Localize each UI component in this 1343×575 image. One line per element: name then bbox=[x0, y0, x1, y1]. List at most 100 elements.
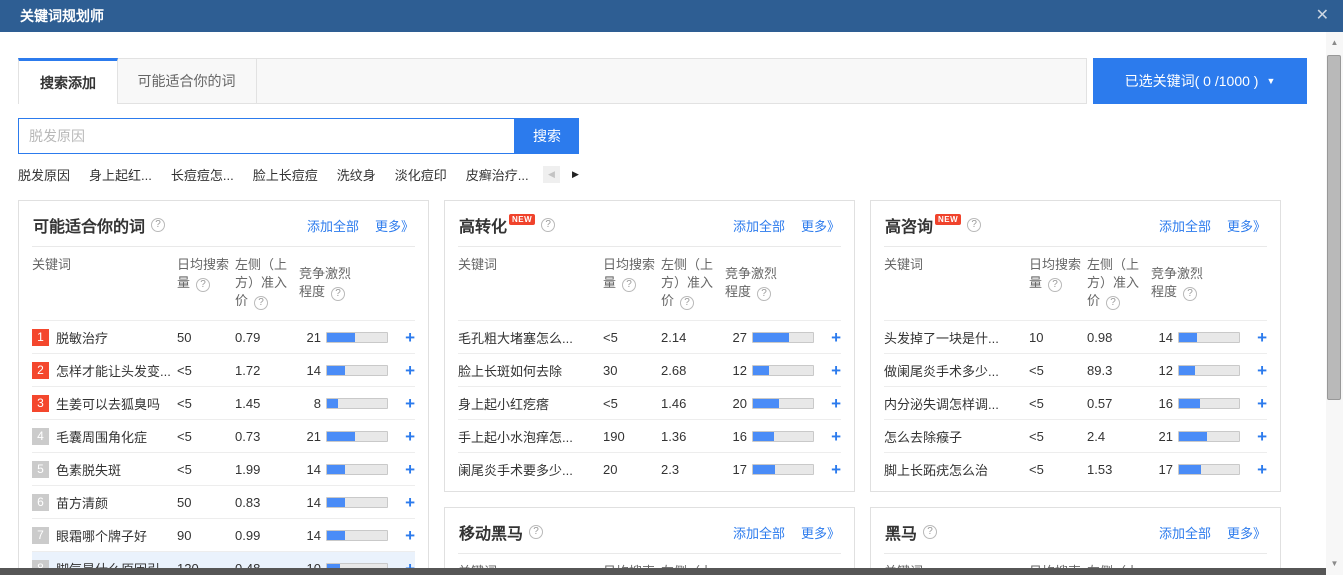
more-link[interactable]: 更多》 bbox=[801, 216, 840, 235]
scrollbar-up-icon[interactable]: ▲ bbox=[1326, 36, 1343, 50]
more-link[interactable]: 更多》 bbox=[801, 523, 840, 542]
add-keyword-button[interactable]: + bbox=[395, 395, 415, 412]
competition-cell: 14 bbox=[299, 495, 395, 510]
keyword-cell: 手上起小水泡痒怎... bbox=[458, 427, 603, 446]
history-tag[interactable]: 淡化痘印 bbox=[395, 165, 447, 184]
competition-cell: 20 bbox=[725, 396, 821, 411]
volume-cell: <5 bbox=[1029, 462, 1087, 477]
volume-cell: <5 bbox=[177, 462, 235, 477]
volume-cell: <5 bbox=[1029, 363, 1087, 378]
scrollbar-thumb[interactable] bbox=[1327, 55, 1341, 400]
competition-bar bbox=[1178, 464, 1240, 475]
keyword-cell: 怎样才能让头发变... bbox=[56, 361, 177, 380]
add-keyword-button[interactable]: + bbox=[395, 329, 415, 346]
competition-value: 21 bbox=[299, 330, 321, 345]
add-keyword-button[interactable]: + bbox=[1247, 362, 1267, 379]
add-keyword-button[interactable]: + bbox=[821, 395, 841, 412]
selected-keywords-button[interactable]: 已选关键词( 0 /1000 ) ▼ bbox=[1093, 58, 1307, 104]
competition-bar bbox=[752, 464, 814, 475]
add-keyword-button[interactable]: + bbox=[1247, 428, 1267, 445]
competition-cell: 21 bbox=[1151, 429, 1247, 444]
pager-prev-icon[interactable]: ◀ bbox=[543, 166, 560, 183]
tab-possible-words[interactable]: 可能适合你的词 bbox=[117, 58, 257, 104]
history-tag[interactable]: 皮癣治疗... bbox=[466, 165, 529, 184]
panel-title: 高咨询 bbox=[885, 213, 933, 237]
history-tag[interactable]: 脱发原因 bbox=[18, 165, 70, 184]
history-tag[interactable]: 洗纹身 bbox=[337, 165, 376, 184]
competition-bar bbox=[1178, 431, 1240, 442]
keyword-row: 1脱敏治疗500.7921+ bbox=[32, 320, 415, 353]
scrollbar-down-icon[interactable]: ▼ bbox=[1326, 557, 1343, 571]
help-icon: ? bbox=[196, 278, 210, 292]
add-all-link[interactable]: 添加全部 bbox=[307, 216, 359, 235]
add-keyword-button[interactable]: + bbox=[395, 494, 415, 511]
competition-value: 21 bbox=[299, 429, 321, 444]
price-cell: 2.14 bbox=[661, 330, 725, 345]
panel-high-conversion: 高转化NEW?添加全部更多》关键词日均搜索量?左侧（上方）准入价?竞争激烈程度?… bbox=[444, 200, 855, 492]
keyword-cell: 做阑尾炎手术多少... bbox=[884, 361, 1029, 380]
search-button[interactable]: 搜索 bbox=[515, 118, 579, 154]
pager-next-icon[interactable]: ▶ bbox=[567, 166, 584, 183]
add-keyword-button[interactable]: + bbox=[395, 428, 415, 445]
help-icon: ? bbox=[254, 296, 268, 310]
keyword-cell: 头发掉了一块是什... bbox=[884, 328, 1029, 347]
keyword-cell: 眼霜哪个牌子好 bbox=[56, 526, 177, 545]
add-keyword-button[interactable]: + bbox=[395, 527, 415, 544]
volume-cell: 90 bbox=[177, 528, 235, 543]
add-keyword-button[interactable]: + bbox=[821, 329, 841, 346]
competition-value: 12 bbox=[1151, 363, 1173, 378]
competition-cell: 17 bbox=[725, 462, 821, 477]
keyword-table: 关键词日均搜索量?左侧（上方）准入价?竞争激烈程度? bbox=[458, 553, 841, 568]
keyword-row: 4毛囊周围角化症<50.7321+ bbox=[32, 419, 415, 452]
more-link[interactable]: 更多》 bbox=[1227, 216, 1266, 235]
add-keyword-button[interactable]: + bbox=[395, 362, 415, 379]
keyword-cell: 阑尾炎手术要多少... bbox=[458, 460, 603, 479]
competition-bar bbox=[326, 431, 388, 442]
vertical-scrollbar[interactable]: ▲ ▼ bbox=[1326, 32, 1343, 575]
add-all-link[interactable]: 添加全部 bbox=[733, 216, 785, 235]
add-keyword-button[interactable]: + bbox=[821, 362, 841, 379]
history-tag[interactable]: 脸上长痘痘 bbox=[253, 165, 318, 184]
price-cell: 0.99 bbox=[235, 528, 299, 543]
competition-bar bbox=[752, 431, 814, 442]
column-header-label: 竞争激烈程度? bbox=[299, 265, 359, 301]
column-header-label: 关键词 bbox=[884, 256, 923, 274]
rank-badge: 6 bbox=[32, 494, 49, 511]
add-keyword-button[interactable]: + bbox=[821, 461, 841, 478]
help-icon: ? bbox=[541, 218, 555, 232]
keyword-row: 脸上长斑如何去除302.6812+ bbox=[458, 353, 841, 386]
add-keyword-button[interactable]: + bbox=[821, 428, 841, 445]
add-keyword-button[interactable]: + bbox=[1247, 329, 1267, 346]
add-keyword-button[interactable]: + bbox=[1247, 461, 1267, 478]
keyword-cell: 毛孔粗大堵塞怎么... bbox=[458, 328, 603, 347]
keyword-cell: 脚气是什么原因引... bbox=[56, 559, 177, 569]
tab-strip: 搜索添加 可能适合你的词 bbox=[18, 58, 1087, 104]
add-keyword-button[interactable]: + bbox=[395, 461, 415, 478]
price-cell: 1.53 bbox=[1087, 462, 1151, 477]
more-link[interactable]: 更多》 bbox=[375, 216, 414, 235]
help-icon: ? bbox=[331, 287, 345, 301]
volume-cell: <5 bbox=[177, 429, 235, 444]
add-keyword-button[interactable]: + bbox=[395, 560, 415, 569]
keyword-cell: 怎么去除瘊子 bbox=[884, 427, 1029, 446]
new-badge: NEW bbox=[509, 214, 535, 225]
history-tag[interactable]: 长痘痘怎... bbox=[171, 165, 234, 184]
add-all-link[interactable]: 添加全部 bbox=[733, 523, 785, 542]
search-input[interactable] bbox=[18, 118, 515, 154]
price-cell: 2.68 bbox=[661, 363, 725, 378]
add-all-link[interactable]: 添加全部 bbox=[1159, 216, 1211, 235]
close-icon[interactable]: ✕ bbox=[1316, 8, 1329, 24]
history-tag[interactable]: 身上起红... bbox=[89, 165, 152, 184]
panel-header: 黑马?添加全部更多》 bbox=[871, 508, 1280, 553]
keyword-cell: 脱敏治疗 bbox=[56, 328, 177, 347]
add-all-link[interactable]: 添加全部 bbox=[1159, 523, 1211, 542]
competition-cell: 14 bbox=[1151, 330, 1247, 345]
table-header-row: 关键词日均搜索量?左侧（上方）准入价?竞争激烈程度? bbox=[458, 553, 841, 568]
price-cell: 2.4 bbox=[1087, 429, 1151, 444]
price-cell: 1.99 bbox=[235, 462, 299, 477]
add-keyword-button[interactable]: + bbox=[1247, 395, 1267, 412]
competition-bar bbox=[752, 398, 814, 409]
more-link[interactable]: 更多》 bbox=[1227, 523, 1266, 542]
tab-search-add[interactable]: 搜索添加 bbox=[18, 58, 118, 104]
tags-pager: ◀ ▶ bbox=[543, 166, 584, 183]
